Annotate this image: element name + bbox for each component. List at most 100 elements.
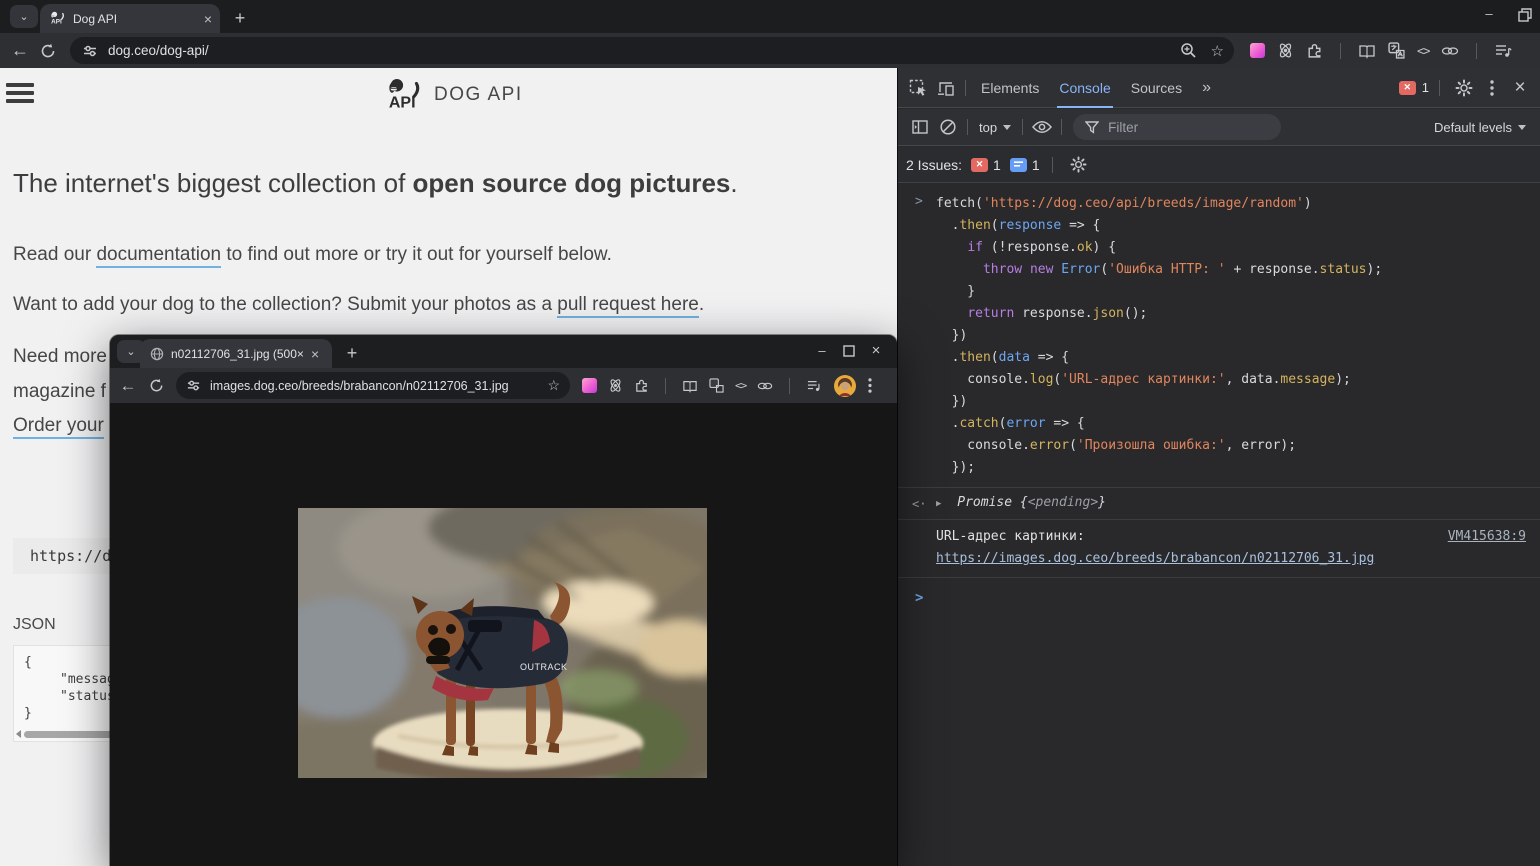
site-logo: API DOG API — [388, 76, 523, 114]
reload-icon[interactable] — [34, 37, 62, 65]
page-heading: The internet's biggest collection of ope… — [13, 168, 873, 199]
inner-minimize-icon[interactable]: – — [809, 343, 835, 358]
new-tab-button[interactable]: + — [228, 6, 252, 30]
tab-search-button[interactable]: ⌄ — [10, 5, 38, 28]
tab-console[interactable]: Console — [1049, 68, 1120, 108]
svg-text:OUTRACK: OUTRACK — [520, 662, 568, 672]
code-icon[interactable]: <> — [735, 379, 746, 392]
issues-settings-gear-icon[interactable] — [1065, 151, 1093, 179]
issue-error-count: 1 — [993, 157, 1001, 173]
hamburger-menu-icon[interactable] — [6, 79, 34, 107]
inner-new-tab-button[interactable]: + — [340, 341, 364, 365]
log-source-link[interactable]: VM415638:9 — [1448, 526, 1526, 548]
translate-icon[interactable] — [709, 378, 724, 393]
divider — [789, 378, 790, 394]
kebab-menu-icon[interactable] — [1478, 74, 1506, 102]
log-levels-selector[interactable]: Default levels — [1428, 120, 1532, 135]
eye-icon[interactable] — [1028, 113, 1056, 141]
playlist-icon[interactable] — [806, 379, 822, 392]
main-url-bar[interactable]: dog.ceo/dog-api/ ☆ — [70, 37, 1234, 64]
atom-extension-icon[interactable] — [1277, 42, 1294, 59]
console-input[interactable]: > — [898, 578, 1540, 598]
inner-maximize-icon[interactable] — [843, 345, 855, 357]
globe-favicon-icon — [150, 347, 164, 361]
tab-close-icon[interactable]: × — [204, 12, 212, 26]
paragraph-contribute: Want to add your dog to the collection? … — [13, 294, 704, 316]
atom-extension-icon[interactable] — [608, 378, 623, 393]
command-chevron-icon: > — [915, 194, 923, 209]
issues-label[interactable]: 2 Issues: — [906, 157, 962, 173]
reading-list-icon[interactable] — [682, 379, 698, 393]
paragraph-fragment-2: magazine f — [13, 381, 106, 403]
tab-elements[interactable]: Elements — [971, 68, 1049, 108]
reading-list-icon[interactable] — [1358, 43, 1376, 59]
expand-triangle-icon[interactable]: ▶ — [936, 499, 941, 509]
issue-error-icon[interactable]: ✕ — [971, 158, 988, 172]
documentation-link[interactable]: documentation — [96, 244, 221, 268]
devtools-top-bar: Elements Console Sources » ✕ 1 — [898, 68, 1540, 108]
inner-reload-icon[interactable] — [142, 372, 170, 400]
window-minimize-icon[interactable]: – — [1476, 6, 1502, 21]
issue-info-icon[interactable] — [1010, 158, 1027, 172]
window-restore-icon[interactable] — [1518, 8, 1532, 22]
context-selector[interactable]: top — [973, 120, 1017, 135]
error-badge-icon[interactable]: ✕ — [1399, 81, 1416, 95]
bookmark-star-icon[interactable]: ☆ — [1211, 42, 1224, 60]
pink-extension-icon[interactable] — [1250, 43, 1265, 58]
inner-close-icon[interactable]: × — [863, 342, 889, 359]
console-sidebar-icon[interactable] — [906, 113, 934, 141]
divider — [1022, 119, 1023, 135]
svg-text:API: API — [51, 18, 62, 25]
pull-request-link[interactable]: pull request here — [557, 294, 699, 318]
console-filter[interactable] — [1073, 114, 1281, 140]
kebab-menu-icon[interactable] — [868, 378, 872, 393]
extensions-puzzle-icon[interactable] — [634, 378, 649, 393]
log-url-link[interactable]: https://images.dog.ceo/breeds/brabancon/… — [936, 551, 1374, 566]
code-icon[interactable]: <> — [1417, 44, 1429, 58]
console-output: > fetch('https://dog.ceo/api/breeds/imag… — [898, 184, 1540, 866]
inspect-element-icon[interactable] — [904, 74, 932, 102]
screen: ⌄ API Dog API × + – ← dog.ce — [0, 0, 1540, 866]
filter-input[interactable] — [1108, 120, 1258, 135]
inner-url-bar[interactable]: images.dog.ceo/breeds/brabancon/n0211270… — [176, 372, 570, 399]
site-info-icon[interactable] — [82, 43, 98, 59]
issue-info-count: 1 — [1032, 157, 1040, 173]
clear-console-icon[interactable] — [934, 113, 962, 141]
console-command-lines[interactable]: fetch('https://dog.ceo/api/breeds/image/… — [936, 193, 1532, 479]
playlist-icon[interactable] — [1494, 43, 1512, 58]
site-info-icon[interactable] — [186, 378, 201, 393]
inner-url-text[interactable]: images.dog.ceo/breeds/brabancon/n0211270… — [210, 379, 509, 393]
url-text[interactable]: dog.ceo/dog-api/ — [108, 43, 209, 58]
chevron-down-icon: ⌄ — [19, 10, 28, 23]
inner-toolbar: ← images.dog.ceo/breeds/brabancon/n02112… — [110, 368, 897, 403]
link-icon[interactable] — [1441, 44, 1459, 58]
tab-sources[interactable]: Sources — [1121, 68, 1192, 108]
more-tabs-icon[interactable]: » — [1192, 68, 1221, 108]
tab-title: Dog API — [73, 12, 117, 26]
result-object-name[interactable]: Promise — [957, 495, 1012, 510]
paragraph-fragment-3: Order your — [13, 415, 104, 437]
inner-back-icon[interactable]: ← — [114, 372, 142, 400]
dog-photo-image: OUTRACK — [298, 508, 707, 778]
inner-browser-tab[interactable]: n02112706_31.jpg (500×33 × — [140, 339, 332, 368]
devtools-close-icon[interactable]: × — [1506, 74, 1534, 102]
pink-extension-icon[interactable] — [582, 378, 597, 393]
back-icon[interactable]: ← — [6, 37, 34, 65]
main-tab-strip: ⌄ API Dog API × + – — [0, 0, 1540, 33]
order-link[interactable]: Order your — [13, 415, 104, 439]
inner-tab-close-icon[interactable]: × — [311, 347, 319, 361]
device-toolbar-icon[interactable] — [932, 74, 960, 102]
paragraph-docs: Read our documentation to find out more … — [13, 244, 612, 266]
settings-gear-icon[interactable] — [1450, 74, 1478, 102]
console-toolbar: top Default levels — [898, 109, 1540, 146]
chevron-down-icon — [1003, 125, 1011, 130]
translate-icon[interactable] — [1388, 42, 1405, 59]
console-command: > fetch('https://dog.ceo/api/breeds/imag… — [898, 184, 1540, 487]
extensions-puzzle-icon[interactable] — [1306, 42, 1323, 59]
scroll-left-arrow-icon[interactable] — [16, 730, 21, 738]
bookmark-star-icon[interactable]: ☆ — [547, 377, 560, 394]
link-icon[interactable] — [757, 380, 773, 392]
profile-avatar[interactable] — [833, 374, 857, 398]
zoom-icon[interactable] — [1180, 42, 1197, 59]
main-browser-tab[interactable]: API Dog API × — [40, 4, 220, 33]
